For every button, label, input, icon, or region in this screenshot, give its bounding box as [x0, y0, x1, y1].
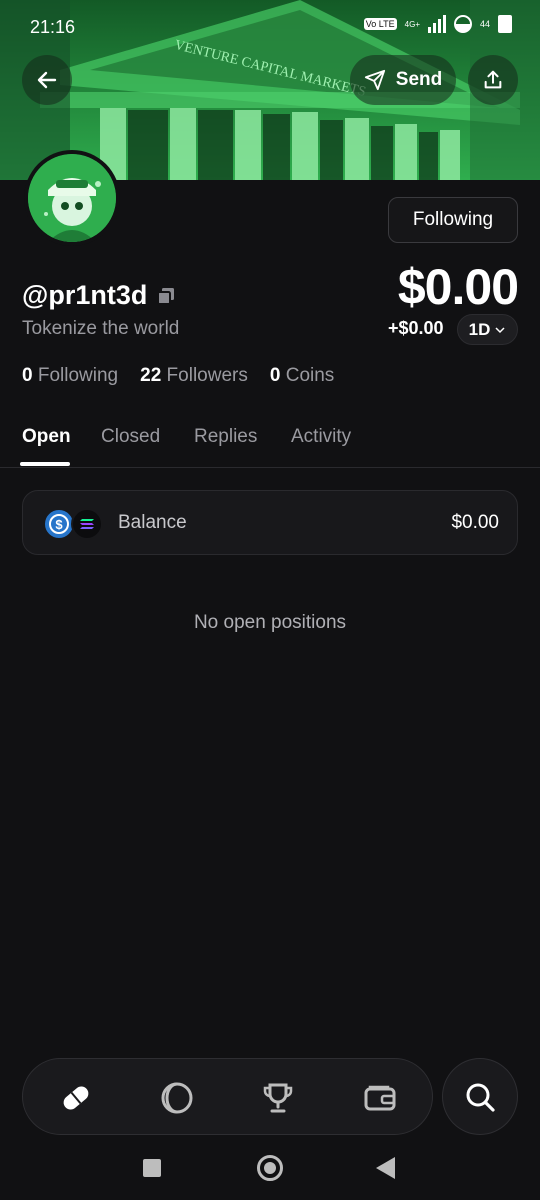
following-button[interactable]: Following: [388, 197, 518, 243]
balance-card-value: $0.00: [451, 512, 499, 533]
coins-stat-label: Coins: [285, 365, 335, 386]
network-type: 4G+: [404, 19, 420, 29]
wallet-icon[interactable]: [360, 1078, 400, 1118]
bottom-nav: [22, 1058, 433, 1135]
send-label: Send: [395, 69, 443, 90]
tab-activity[interactable]: Activity: [291, 426, 351, 448]
tab-open[interactable]: Open: [22, 426, 71, 448]
search-button[interactable]: [442, 1058, 518, 1135]
share-icon: [484, 70, 502, 89]
status-time: 21:16: [30, 17, 76, 37]
battery-icon: [498, 15, 512, 33]
back-button[interactable]: [22, 55, 72, 105]
following-count: 0: [22, 365, 33, 386]
following-stat[interactable]: 0 Following: [22, 365, 118, 387]
volte-icon: Vo LTE: [363, 18, 397, 30]
search-icon: [466, 1083, 495, 1112]
avatar[interactable]: [24, 150, 120, 246]
trophy-icon[interactable]: [258, 1078, 298, 1118]
tab-replies[interactable]: Replies: [194, 426, 257, 448]
system-back-button[interactable]: [376, 1157, 395, 1179]
system-nav-bar: [0, 1140, 540, 1200]
portfolio-balance: $0.00: [397, 259, 519, 315]
svg-text:$: $: [55, 517, 63, 532]
battery-level: 44: [479, 19, 490, 29]
tab-closed[interactable]: Closed: [101, 426, 160, 448]
balance-card[interactable]: $ Balance $0.00: [22, 490, 518, 555]
profile-stats: 0 Following 22 Followers 0 Coins: [22, 365, 334, 387]
moon-icon[interactable]: [157, 1078, 197, 1118]
send-button[interactable]: Send: [350, 55, 456, 105]
send-icon: [364, 69, 385, 91]
recents-button[interactable]: [143, 1159, 161, 1177]
profile-bio: Tokenize the world: [22, 318, 180, 339]
home-button[interactable]: [257, 1155, 283, 1181]
coins-stat[interactable]: 0 Coins: [270, 365, 334, 387]
following-stat-label: Following: [37, 365, 119, 386]
signal-icon: [427, 15, 446, 33]
solana-icon: [71, 508, 103, 540]
following-button-label: Following: [412, 209, 494, 230]
active-tab-indicator: [20, 462, 70, 466]
coins-count: 0: [269, 365, 281, 386]
period-selector[interactable]: 1D: [457, 314, 518, 345]
period-label: 1D: [468, 319, 491, 339]
profile-tabs: Open Closed Replies Activity: [0, 418, 540, 468]
copy-icon[interactable]: [156, 286, 176, 306]
share-button[interactable]: [468, 55, 518, 105]
empty-state: No open positions: [193, 612, 347, 633]
followers-stat-label: Followers: [166, 365, 248, 386]
battery-saver-icon: [453, 15, 472, 33]
balance-change: +$0.00: [388, 318, 444, 338]
status-bar: 21:16 Vo LTE 4G+ 44: [0, 0, 540, 54]
arrow-left-icon: [37, 71, 57, 89]
followers-stat[interactable]: 22 Followers: [140, 365, 248, 387]
balance-card-label: Balance: [118, 512, 187, 533]
profile-handle: @pr1nt3d: [22, 280, 148, 310]
avatar-image: [28, 154, 116, 242]
pill-icon[interactable]: [56, 1078, 96, 1118]
chevron-down-icon: [495, 326, 505, 333]
status-icons: Vo LTE 4G+ 44: [363, 15, 512, 33]
followers-count: 22: [140, 365, 162, 386]
